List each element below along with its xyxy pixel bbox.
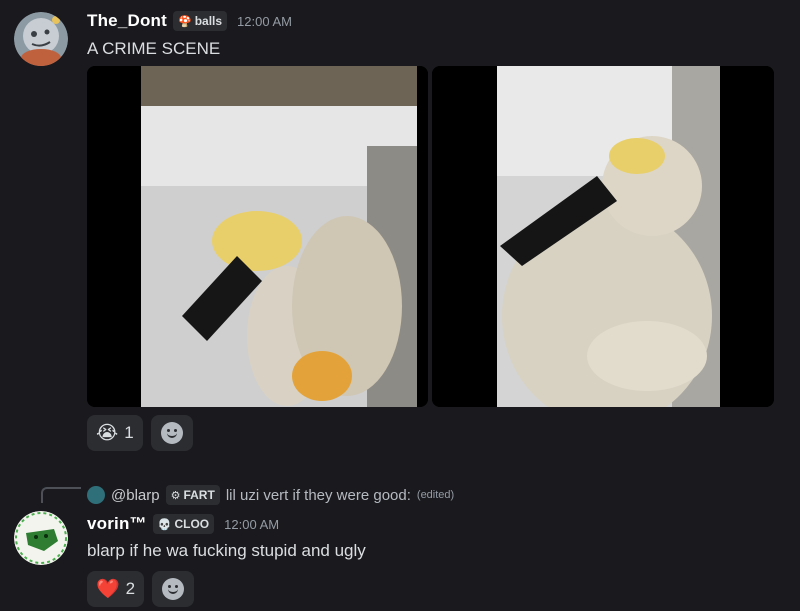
username[interactable]: vorin™ (87, 514, 147, 534)
reply-preview[interactable]: @blarp ⚙ FART lil uzi vert if they were … (87, 485, 454, 505)
add-reaction-button[interactable] (150, 415, 193, 451)
message-text: blarp if he wa fucking stupid and ugly (87, 541, 366, 560)
message-text: A CRIME SCENE (87, 39, 221, 58)
reply-username[interactable]: @blarp (111, 487, 160, 504)
add-reaction-button[interactable] (152, 571, 195, 607)
video-attachment-right[interactable] (432, 66, 774, 407)
avatar[interactable] (14, 12, 68, 66)
video-attachment-left[interactable] (87, 66, 428, 407)
server-tag[interactable]: 🍄 balls (172, 11, 228, 31)
gear-icon: ⚙ (170, 489, 181, 502)
smile-add-reaction-icon (160, 422, 183, 444)
reply-server-tag-label: FART (183, 488, 215, 502)
red-heart-icon: ❤️ (96, 578, 120, 600)
reply-server-tag: ⚙ FART (165, 485, 220, 505)
timestamp[interactable]: 12:00 AM (224, 517, 279, 532)
mushroom-icon: 🍄 (177, 15, 192, 28)
video-frame-right-image (432, 66, 774, 407)
reaction-count: 1 (124, 423, 134, 442)
edited-label: (edited) (416, 489, 455, 501)
reaction-heart[interactable]: ❤️ 2 (87, 571, 145, 607)
server-tag-label: balls (194, 14, 223, 28)
smile-add-reaction-icon (162, 578, 185, 600)
skull-icon: 💀 (157, 518, 172, 531)
avatar[interactable] (14, 511, 68, 565)
reply-spine (41, 487, 81, 503)
loudly-crying-face-icon: 😭 (96, 422, 119, 444)
reply-text: lil uzi vert if they were good: (225, 486, 411, 504)
avatar-image (14, 511, 68, 565)
reaction-loudly-crying[interactable]: 😭 1 (87, 415, 143, 451)
avatar-image (14, 12, 68, 66)
server-tag-label: CLOO (174, 517, 210, 531)
reply-avatar (87, 486, 105, 504)
timestamp[interactable]: 12:00 AM (237, 14, 292, 29)
username[interactable]: The_Dont (87, 11, 167, 31)
reaction-count: 2 (125, 579, 136, 598)
video-frame-left-image (87, 66, 428, 407)
server-tag[interactable]: 💀 CLOO (152, 514, 215, 534)
